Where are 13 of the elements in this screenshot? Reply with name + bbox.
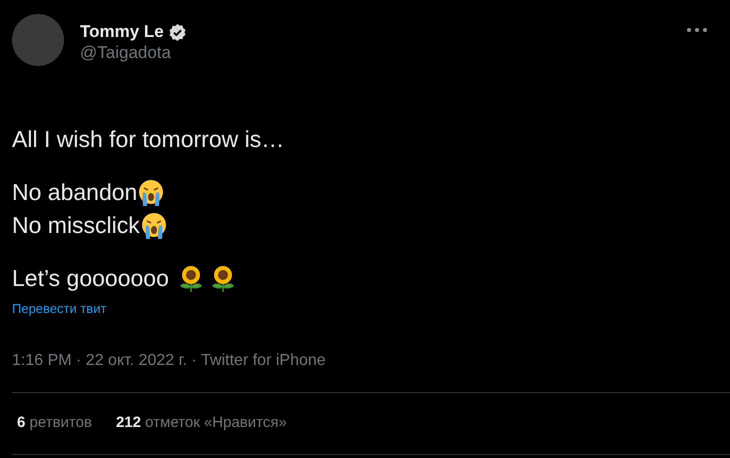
tweet-text: No abandon (12, 178, 138, 207)
tweet-timestamp: 1:16 PM · 22 окт. 2022 г. · Twitter for iPhone (12, 351, 327, 371)
tweet-text: Let’s gooooooo (12, 264, 169, 293)
engagement-count[interactable]: 6 ретвитов (17, 412, 92, 435)
tweet-text: No missclick (12, 211, 140, 240)
crying-face-icon (137, 178, 166, 206)
author-name[interactable]: Tommy Le (80, 22, 164, 42)
tweet-text: All I wish for tomorrow is… (12, 125, 284, 154)
engagement-count[interactable]: 212 отметок «Нравится» (116, 412, 287, 435)
crying-face-icon (140, 212, 168, 240)
author-handle[interactable]: @Taigadota (80, 42, 686, 64)
more-options-icon[interactable] (686, 26, 708, 34)
translate-link[interactable]: Перевести твит (12, 299, 106, 318)
